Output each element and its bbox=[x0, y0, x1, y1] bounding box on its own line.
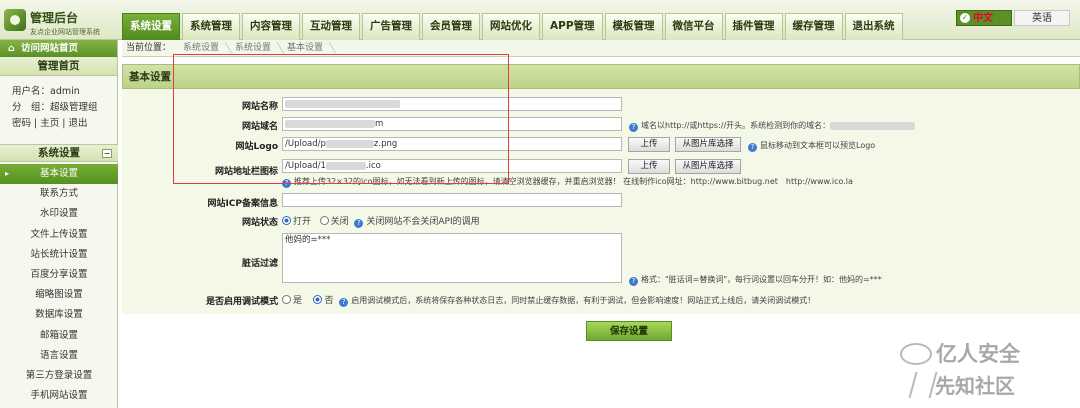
site-logo-hint-text: 鼠标移动到文本框可以预览Logo bbox=[760, 141, 876, 150]
sidebar-item[interactable]: 百度分享设置 bbox=[0, 265, 118, 285]
status-close-label: 关闭 bbox=[330, 217, 349, 227]
nav-tab[interactable]: 插件管理 bbox=[724, 13, 783, 40]
sidebar-item[interactable]: 文件上传设置 bbox=[0, 225, 118, 245]
sidebar-title: 管理首页 bbox=[0, 57, 117, 76]
breadcrumb-lead: 当前位置： bbox=[126, 43, 172, 53]
sidebar-item[interactable]: 基本设置 bbox=[0, 164, 118, 184]
help-icon: ? bbox=[354, 219, 364, 228]
watermark-line1: 亿人安全 bbox=[936, 342, 1020, 366]
status-open-label: 打开 bbox=[293, 217, 312, 227]
help-icon: ? bbox=[629, 123, 638, 132]
icp-input[interactable] bbox=[282, 193, 622, 207]
sidebar-item[interactable]: 数据库设置 bbox=[0, 305, 118, 325]
lang-chinese-button[interactable]: ✓ 中文 bbox=[956, 10, 1012, 26]
nav-tab[interactable]: APP管理 bbox=[542, 13, 603, 40]
status-open-radio[interactable] bbox=[282, 216, 291, 225]
help-icon: ? bbox=[748, 143, 757, 152]
nav-tab[interactable]: 内容管理 bbox=[242, 13, 300, 40]
filter-textarea[interactable]: 他妈的=*** bbox=[282, 233, 622, 283]
nav-tab[interactable]: 会员管理 bbox=[422, 13, 480, 40]
logo-icon bbox=[4, 9, 26, 31]
username: 用户名：admin bbox=[12, 86, 80, 97]
main-nav: 系统设置 系统管理 内容管理 互动管理 广告管理 会员管理 网站优化 APP管理 模板管理 微信平… bbox=[122, 13, 905, 40]
icon-pick-button[interactable]: 从图片库选择 bbox=[675, 159, 741, 174]
filter-hint-text: 格式："脏话词=替换词"，每行词设置以回车分开！如：他妈的=*** bbox=[641, 275, 882, 284]
lang-chinese-label: 中文 bbox=[973, 13, 993, 24]
sidebar-item[interactable]: 缩略图设置 bbox=[0, 285, 118, 305]
language-switch: ✓ 中文 英语 bbox=[956, 9, 1070, 27]
nav-tab[interactable]: 网站优化 bbox=[482, 13, 540, 40]
nav-tab[interactable]: 微信平台 bbox=[664, 13, 723, 40]
nav-tab[interactable]: 缓存管理 bbox=[784, 13, 843, 40]
logo-title: 管理后台 bbox=[30, 11, 79, 25]
nav-tab[interactable]: 模板管理 bbox=[604, 13, 663, 40]
filter-hint: ? 格式："脏话词=替换词"，每行词设置以回车分开！如：他妈的=*** bbox=[629, 274, 882, 286]
site-status-options: 打开 关闭 ? 关闭网站不会关闭API的调用 bbox=[282, 214, 480, 228]
site-status-label: 网站状态 bbox=[241, 218, 278, 228]
highlight-box bbox=[173, 54, 509, 184]
debug-label: 是否启用调试模式 bbox=[205, 297, 278, 307]
debug-options: 是 否 ? 启用调试模式后，系统将保存各种状态日志，同时禁止缓存数据，有利于调试，… bbox=[282, 293, 815, 307]
nav-tab[interactable]: 系统管理 bbox=[182, 13, 240, 40]
sidebar-section-header[interactable]: 系统设置 − bbox=[0, 144, 118, 162]
sidebar-item[interactable]: 联系方式 bbox=[0, 184, 118, 204]
site-status-hint: 关闭网站不会关闭API的调用 bbox=[366, 217, 480, 227]
status-close-radio[interactable] bbox=[319, 216, 329, 225]
lang-english-button[interactable]: 英语 bbox=[1014, 10, 1070, 26]
logo-pick-button[interactable]: 从图片库选择 bbox=[675, 137, 741, 152]
nav-tab[interactable]: 互动管理 bbox=[302, 13, 360, 40]
sidebar-item[interactable]: 手机网站设置 bbox=[0, 386, 118, 406]
sidebar-section-label: 系统设置 bbox=[38, 147, 80, 159]
sidebar: ⌂ 访问网站首页 管理首页 用户名：admin 分 组：超级管理组 密码 | 主页… bbox=[0, 40, 118, 408]
logo-subtitle: 友点企业网站管理系统 bbox=[30, 28, 100, 36]
sidebar-menu: 基本设置联系方式水印设置文件上传设置站长统计设置百度分享设置缩略图设置数据库设置… bbox=[0, 164, 118, 406]
help-icon: ? bbox=[339, 298, 349, 307]
watermark-line2: 先知社区 bbox=[935, 374, 1015, 398]
top-bar: 管理后台 友点企业网站管理系统 系统设置 系统管理 内容管理 互动管理 广告管理 会员管理… bbox=[0, 0, 1080, 40]
sidebar-item[interactable]: 第三方登录设置 bbox=[0, 366, 118, 386]
sidebar-item[interactable]: 站长统计设置 bbox=[0, 245, 118, 265]
user-info: 用户名：admin 分 组：超级管理组 密码 | 主页 | 退出 bbox=[0, 76, 117, 132]
save-settings-button[interactable]: 保存设置 bbox=[586, 321, 672, 341]
visit-site-label: 访问网站首页 bbox=[21, 43, 79, 54]
wechat-icon bbox=[900, 343, 932, 365]
debug-yes-radio[interactable] bbox=[282, 295, 291, 304]
icp-label: 网站ICP备案信息 bbox=[207, 199, 278, 209]
sidebar-item[interactable]: 语言设置 bbox=[0, 346, 118, 366]
sidebar-item[interactable]: 邮箱设置 bbox=[0, 326, 118, 346]
site-logo-hint: ? 鼠标移动到文本框可以预览Logo bbox=[748, 140, 875, 152]
debug-no-label: 否 bbox=[324, 296, 334, 306]
site-domain-hint: ? 域名以http://或https://开头。系统检测到你的域名： bbox=[629, 120, 916, 132]
nav-tab[interactable]: 系统设置 bbox=[122, 13, 180, 40]
user-links[interactable]: 密码 | 主页 | 退出 bbox=[12, 116, 117, 132]
user-group: 分 组：超级管理组 bbox=[12, 102, 98, 113]
sidebar-item[interactable]: 水印设置 bbox=[0, 204, 118, 224]
logo-upload-button[interactable]: 上传 bbox=[628, 137, 670, 152]
icon-upload-button[interactable]: 上传 bbox=[628, 159, 670, 174]
collapse-icon[interactable]: − bbox=[102, 149, 112, 158]
filter-label: 脏话过滤 bbox=[241, 259, 278, 269]
home-icon: ⌂ bbox=[8, 43, 15, 54]
nav-tab[interactable]: 退出系统 bbox=[844, 13, 903, 40]
site-domain-hint-text: 域名以http://或https://开头。系统检测到你的域名： bbox=[641, 121, 831, 130]
debug-hint: 启用调试模式后，系统将保存各种状态日志，同时禁止缓存数据，有利于调试，但会影响速… bbox=[351, 296, 816, 305]
debug-no-radio[interactable] bbox=[313, 295, 323, 304]
debug-yes-label: 是 bbox=[293, 296, 303, 306]
logo: 管理后台 友点企业网站管理系统 bbox=[4, 3, 116, 39]
help-icon: ? bbox=[629, 277, 638, 286]
nav-tab[interactable]: 广告管理 bbox=[362, 13, 420, 40]
visit-site-link[interactable]: ⌂ 访问网站首页 bbox=[0, 40, 117, 57]
gear-icon: ✓ bbox=[960, 13, 970, 23]
